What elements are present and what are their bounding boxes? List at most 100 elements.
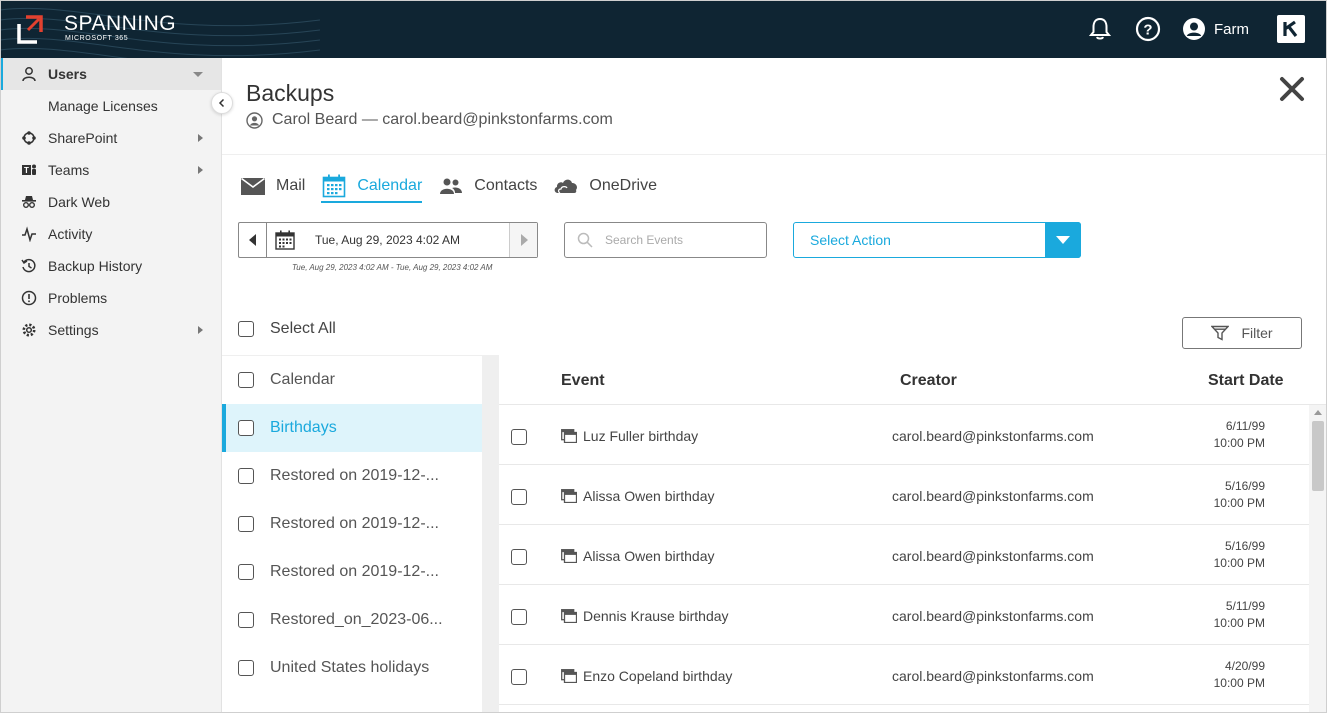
row-checkbox[interactable] [511,489,527,505]
backup-user-line: Carol Beard — carol.beard@pinkstonfarms.… [246,111,613,129]
calendar-item[interactable]: United States holidays [222,644,482,692]
sidebar-item-activity[interactable]: Activity [0,218,221,250]
sidebar-item-backup-history[interactable]: Backup History [0,250,221,282]
triangle-left-icon [248,234,256,246]
help-icon[interactable]: ? [1135,16,1161,42]
chevron-down-icon [1056,236,1070,244]
event-time: 10:00 PM [1213,556,1265,570]
event-name: Dennis Krause birthday [583,608,729,624]
spanning-logo[interactable]: SPANNING MICROSOFT 365 [16,12,177,44]
event-name: Luz Fuller birthday [583,428,699,444]
tab-contacts[interactable]: Contacts [438,172,537,200]
table-row[interactable]: Enzo Copeland birthday carol.beard@pinks… [499,645,1309,705]
sidebar-collapse-button[interactable] [211,92,233,114]
calendar-item[interactable]: Restored on 2019-12-... [222,500,482,548]
calendar-item[interactable]: Restored on 2019-12-... [222,548,482,596]
event-start-date: 5/16/99 10:00 PM [1214,478,1265,512]
tab-label: Contacts [474,177,538,194]
table-row[interactable]: Alissa Owen birthday carol.beard@pinksto… [499,525,1309,585]
table-row[interactable]: Luz Fuller birthday carol.beard@pinkston… [499,405,1309,465]
select-action-toggle[interactable] [1045,222,1081,258]
teams-icon: T [20,161,38,179]
sidebar-item-users[interactable]: Users [0,58,221,90]
calendar-item[interactable]: Restored_on_2023-06... [222,596,482,644]
column-header-event[interactable]: Event [561,372,605,390]
event-name: Alissa Owen birthday [583,548,715,564]
calendar-checkbox[interactable] [238,468,254,484]
event-time: 10:00 PM [1213,616,1265,630]
user-menu[interactable]: Farm [1183,18,1249,40]
sidebar-item-dark-web[interactable]: Dark Web [0,186,221,218]
row-checkbox[interactable] [511,609,527,625]
chevron-left-icon [218,98,225,108]
chevron-down-icon [193,72,203,77]
event-start-date: 5/11/99 10:00 PM [1214,598,1265,632]
calendar-item[interactable]: Restored on 2019-12-... [222,452,482,500]
sidebar-item-label: Teams [48,162,90,178]
spanning-logo-icon [17,15,43,44]
sidebar-item-problems[interactable]: Problems [0,282,221,314]
scrollbar-thumb[interactable] [1312,421,1324,491]
filter-button[interactable]: Filter [1182,317,1302,349]
row-checkbox[interactable] [511,669,527,685]
events-scrollbar[interactable] [1309,405,1327,713]
chevron-right-icon [198,326,203,334]
calendar-checkbox[interactable] [238,564,254,580]
calendar-checkbox[interactable] [238,612,254,628]
activity-icon [20,225,38,243]
sidebar-item-label: Settings [48,322,99,338]
event-time: 10:00 PM [1213,496,1265,510]
calendar-checkbox[interactable] [238,660,254,676]
split-pane-divider[interactable] [482,355,499,713]
next-date-button[interactable] [509,223,537,257]
mail-icon [240,175,266,197]
date-picker-field[interactable]: Tue, Aug 29, 2023 4:02 AM [267,223,509,257]
close-icon[interactable] [1279,76,1305,102]
sidebar-item-teams[interactable]: T Teams [0,154,221,186]
table-row[interactable]: Alissa Owen birthday carol.beard@pinksto… [499,465,1309,525]
sidebar-item-label: Activity [48,226,93,242]
calendar-item-selected[interactable]: Birthdays [222,404,482,452]
event-start-date: 6/11/99 10:00 PM [1214,418,1265,452]
brand-name: SPANNING [64,12,177,35]
sidebar-item-manage-licenses[interactable]: Manage Licenses [0,90,221,122]
sidebar-item-settings[interactable]: Settings [0,314,221,346]
row-checkbox[interactable] [511,429,527,445]
event-date: 6/11/99 [1225,419,1265,433]
calendar-checkbox[interactable] [238,372,254,388]
table-row[interactable]: Dennis Krause birthday carol.beard@pinks… [499,585,1309,645]
previous-date-button[interactable] [239,223,267,257]
event-creator: carol.beard@pinkstonfarms.com [892,428,1094,444]
calendar-icon [321,174,347,198]
calendar-item[interactable]: Calendar [222,356,482,404]
calendar-checkbox[interactable] [238,420,254,436]
column-header-start-date[interactable]: Start Date [1208,372,1284,390]
user-icon [20,65,38,83]
tab-onedrive[interactable]: OneDrive [553,172,657,200]
select-all-checkbox[interactable] [238,321,254,337]
row-checkbox[interactable] [511,549,527,565]
column-header-creator[interactable]: Creator [900,372,957,390]
sharepoint-icon [20,129,38,147]
scroll-up-icon[interactable] [1314,410,1322,415]
select-action-dropdown[interactable]: Select Action [793,222,1081,258]
select-all[interactable]: Select All [238,320,336,338]
date-picker: Tue, Aug 29, 2023 4:02 AM [238,222,538,258]
event-icon [561,429,577,443]
events-table-header: Event Creator Start Date [499,355,1327,405]
spy-icon [20,193,38,211]
tab-calendar[interactable]: Calendar [321,172,423,203]
calendar-checkbox[interactable] [238,516,254,532]
search-events-box [564,222,767,258]
sidebar-item-sharepoint[interactable]: SharePoint [0,122,221,154]
tab-label: OneDrive [589,177,657,194]
page-title: Backups [246,80,335,106]
event-icon [561,609,577,623]
k-app-icon[interactable] [1277,15,1305,43]
contacts-icon [438,175,464,197]
tab-mail[interactable]: Mail [240,172,305,200]
tab-label: Calendar [357,177,423,194]
bell-icon[interactable] [1087,16,1113,42]
select-action-label: Select Action [810,232,891,248]
search-events-input[interactable] [605,233,755,247]
